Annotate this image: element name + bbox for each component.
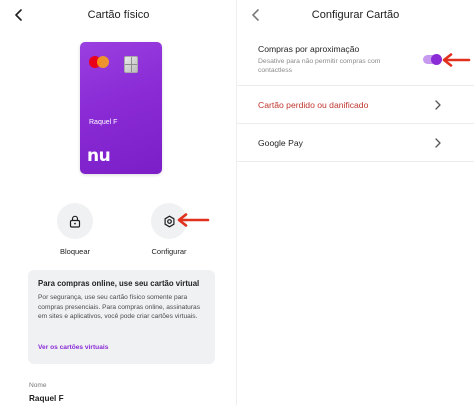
top-bar: Configurar Cartão [237, 0, 474, 30]
chevron-right-icon [435, 100, 441, 110]
info-title: Para compras online, use seu cartão virt… [38, 279, 200, 288]
physical-card: Raquel F nu [80, 42, 162, 174]
nu-logo: nu [87, 146, 111, 166]
contactless-toggle[interactable] [423, 54, 442, 65]
top-bar: Cartão físico [0, 0, 237, 30]
page-title: Configurar Cartão [311, 9, 400, 21]
contactless-setting-row: Compras por aproximação Desative para nã… [237, 32, 474, 86]
block-card-label: Bloquear [59, 247, 91, 256]
lost-card-title: Cartão perdido ou danificado [258, 100, 369, 110]
virtual-card-info-box: Para compras online, use seu cartão virt… [28, 270, 215, 364]
contactless-subtitle: Desative para não permitir compras com c… [258, 58, 381, 75]
card-screen: Cartão físico Raquel F nu Bloquear Confi… [0, 0, 237, 405]
configure-card-screen: Configurar Cartão Compras por aproximaçã… [237, 0, 474, 405]
lost-card-row[interactable]: Cartão perdido ou danificado [237, 86, 474, 124]
annotation-arrow-icon [442, 53, 471, 67]
configure-card-label: Configurar [151, 247, 187, 256]
contactless-title: Compras por aproximação [258, 44, 360, 54]
lock-icon [69, 215, 81, 228]
card-holder-name: Raquel F [89, 119, 118, 126]
mastercard-logo [89, 56, 109, 68]
block-card-button[interactable] [57, 203, 93, 239]
block-card-action[interactable]: Bloquear [40, 203, 110, 256]
virtual-cards-link[interactable]: Ver os cartões virtuais [38, 344, 108, 351]
name-field-value: Raquel F [29, 394, 64, 403]
info-body: Por segurança, use seu cartão físico som… [38, 294, 200, 321]
annotation-arrow-icon [177, 213, 210, 227]
google-pay-title: Google Pay [258, 138, 303, 148]
name-field-label: Nome [29, 382, 47, 389]
configure-card-action[interactable]: Configurar [134, 203, 204, 256]
page-title: Cartão físico [87, 9, 150, 21]
google-pay-row[interactable]: Google Pay [237, 124, 474, 162]
chevron-right-icon [435, 138, 441, 148]
card-chip [124, 56, 138, 73]
settings-icon [164, 215, 174, 227]
